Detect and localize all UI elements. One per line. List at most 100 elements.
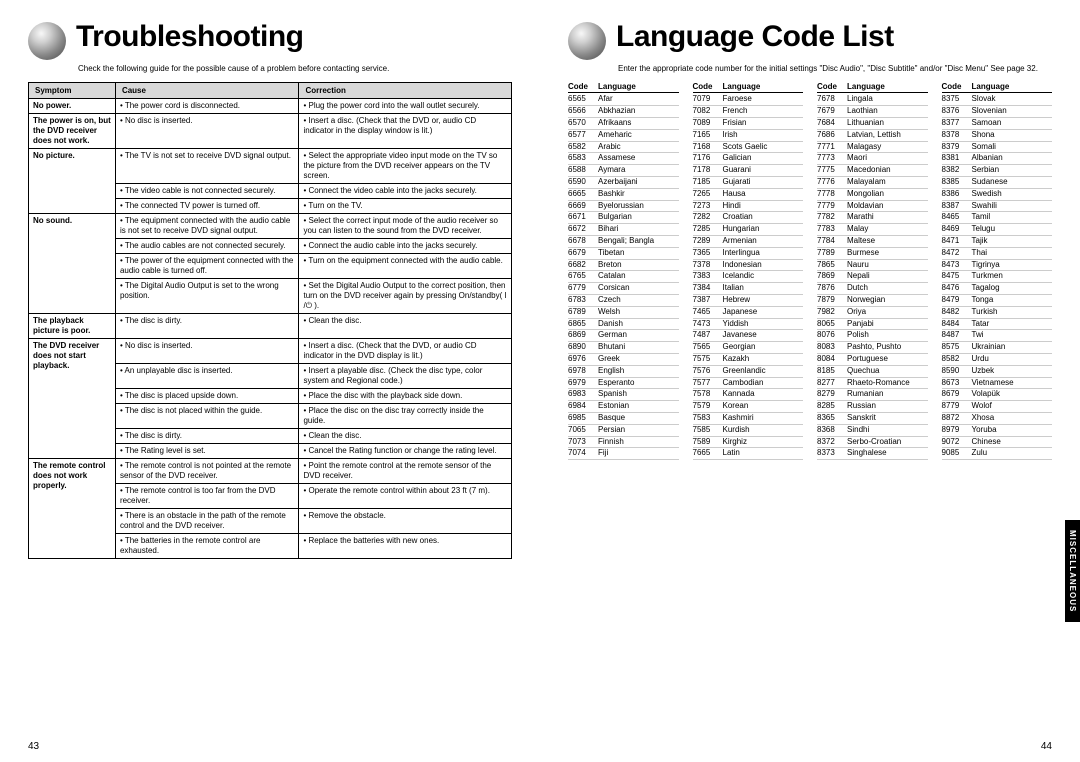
- lang-code: 8386: [942, 190, 972, 199]
- lang-row: 7185Gujarati: [693, 177, 804, 189]
- lang-code: 7178: [693, 166, 723, 175]
- lang-name: Lingala: [847, 95, 928, 104]
- lang-name: Azerbaijani: [598, 178, 679, 187]
- lang-row: 6672Bihari: [568, 224, 679, 236]
- lang-code: 8378: [942, 131, 972, 140]
- correction-cell: • Insert a disc. (Check that the DVD or,…: [299, 114, 512, 149]
- lang-row: 7771Malagasy: [817, 142, 928, 154]
- lang-name: Frisian: [723, 119, 804, 128]
- lang-code: 6983: [568, 390, 598, 399]
- lang-row: 7365Interlingua: [693, 248, 804, 260]
- lang-name: Fiji: [598, 449, 679, 458]
- lang-name: Norwegian: [847, 296, 928, 305]
- lang-row: 7565Georgian: [693, 342, 804, 354]
- correction-cell: • Select the correct input mode of the a…: [299, 214, 512, 239]
- lang-name: Vietnamese: [972, 379, 1053, 388]
- lang-row: 7378Indonesian: [693, 260, 804, 272]
- lang-name: Swedish: [972, 190, 1053, 199]
- lang-code: 6671: [568, 213, 598, 222]
- lang-code: 9085: [942, 449, 972, 458]
- lang-code: 7876: [817, 284, 847, 293]
- lang-row: 8590Uzbek: [942, 366, 1053, 378]
- lang-name: Ukrainian: [972, 343, 1053, 352]
- cause-cell: • An unplayable disc is inserted.: [115, 364, 299, 389]
- lang-name: Lithuanian: [847, 119, 928, 128]
- lang-col-header: CodeLanguage: [568, 82, 679, 93]
- lang-row: 8285Russian: [817, 401, 928, 413]
- lang-code: 9072: [942, 438, 972, 447]
- lang-row: 7782Marathi: [817, 212, 928, 224]
- lang-name: Hebrew: [723, 296, 804, 305]
- lang-code: 7365: [693, 249, 723, 258]
- lang-row: 6566Abkhazian: [568, 106, 679, 118]
- lang-row: 7289Armenian: [693, 236, 804, 248]
- lang-code: 7789: [817, 249, 847, 258]
- lang-code: 7074: [568, 449, 598, 458]
- lang-row: 6671Bulgarian: [568, 212, 679, 224]
- lang-col-header: CodeLanguage: [942, 82, 1053, 93]
- lang-row: 6890Bhutani: [568, 342, 679, 354]
- correction-cell: • Plug the power cord into the wall outl…: [299, 99, 512, 114]
- lang-row: 7089Frisian: [693, 118, 804, 130]
- lang-row: 8365Sanskrit: [817, 413, 928, 425]
- lang-row: 7383Icelandic: [693, 271, 804, 283]
- lang-code: 8484: [942, 320, 972, 329]
- lang-row: 6583Assamese: [568, 153, 679, 165]
- lang-row: 8475Turkmen: [942, 271, 1053, 283]
- cause-cell: • The TV is not set to receive DVD signa…: [115, 149, 299, 184]
- cause-cell: • The batteries in the remote control ar…: [115, 534, 299, 559]
- lang-name: Rhaeto-Romance: [847, 379, 928, 388]
- lang-name: Serbo-Croatian: [847, 438, 928, 447]
- lang-code: 7289: [693, 237, 723, 246]
- lang-name: Telugu: [972, 225, 1053, 234]
- table-row: No sound.• The equipment connected with …: [29, 214, 512, 239]
- lang-code: 8487: [942, 331, 972, 340]
- lang-row: 7982Oriya: [817, 307, 928, 319]
- lang-code: 7089: [693, 119, 723, 128]
- lang-name: Swahili: [972, 202, 1053, 211]
- lang-code: 7773: [817, 154, 847, 163]
- lang-code: 7583: [693, 414, 723, 423]
- lang-row: 6979Esperanto: [568, 378, 679, 390]
- lang-row: 6590Azerbaijani: [568, 177, 679, 189]
- side-tab-miscellaneous: MISCELLANEOUS: [1065, 520, 1080, 622]
- lang-row: 8382Serbian: [942, 165, 1053, 177]
- lang-name: Malay: [847, 225, 928, 234]
- lang-name: Greenlandic: [723, 367, 804, 376]
- lang-name: Tamil: [972, 213, 1053, 222]
- lang-row: 7576Greenlandic: [693, 366, 804, 378]
- lang-name: Rumanian: [847, 390, 928, 399]
- lang-name: Mongolian: [847, 190, 928, 199]
- cause-cell: • The equipment connected with the audio…: [115, 214, 299, 239]
- correction-cell: • Replace the batteries with new ones.: [299, 534, 512, 559]
- lang-name: Chinese: [972, 438, 1053, 447]
- lang-row: 9085Zulu: [942, 448, 1053, 460]
- lang-name: Singhalese: [847, 449, 928, 458]
- lang-row: 8482Turkish: [942, 307, 1053, 319]
- th-correction: Correction: [299, 83, 512, 99]
- lang-name: Hungarian: [723, 225, 804, 234]
- lang-name: Bihari: [598, 225, 679, 234]
- lang-name: Javanese: [723, 331, 804, 340]
- lang-code: 8285: [817, 402, 847, 411]
- lang-name: Panjabi: [847, 320, 928, 329]
- intro-right: Enter the appropriate code number for th…: [618, 64, 1052, 74]
- lang-row: 6570Afrikaans: [568, 118, 679, 130]
- lang-row: 7583Kashmiri: [693, 413, 804, 425]
- lang-name: Icelandic: [723, 272, 804, 281]
- lang-name: Latvian, Lettish: [847, 131, 928, 140]
- lang-code: 8385: [942, 178, 972, 187]
- lang-name: Albanian: [972, 154, 1053, 163]
- lang-row: 7665Latin: [693, 448, 804, 460]
- lang-code: 7879: [817, 296, 847, 305]
- page-right: Language Code List Enter the appropriate…: [540, 0, 1080, 762]
- lang-code: 8590: [942, 367, 972, 376]
- lang-name: Italian: [723, 284, 804, 293]
- correction-cell: • Insert a disc. (Check that the DVD, or…: [299, 339, 512, 364]
- cause-cell: • The video cable is not connected secur…: [115, 184, 299, 199]
- lang-row: 8472Thai: [942, 248, 1053, 260]
- lang-name: Sanskrit: [847, 414, 928, 423]
- cause-cell: • The remote control is too far from the…: [115, 484, 299, 509]
- th-language: Language: [723, 82, 804, 91]
- lang-row: 8673Vietnamese: [942, 378, 1053, 390]
